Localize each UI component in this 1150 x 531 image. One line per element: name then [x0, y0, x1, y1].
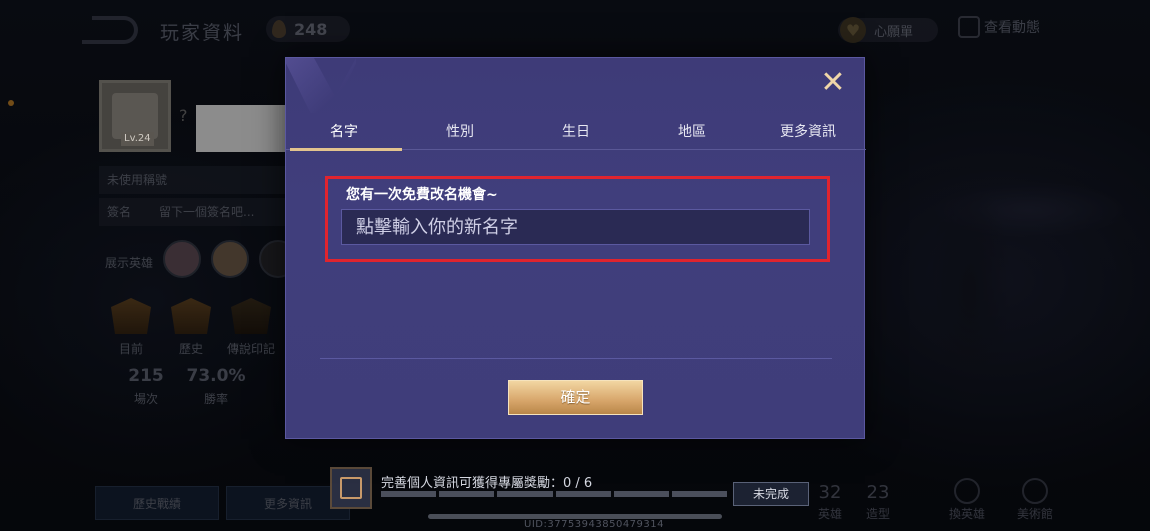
confirm-button[interactable]: 確定	[508, 380, 643, 415]
free-rename-hint: 您有一次免費改名機會~	[346, 187, 498, 203]
close-icon[interactable]: ✕	[818, 68, 848, 98]
divider	[320, 358, 832, 359]
progress-segment	[555, 491, 611, 497]
progress-segment	[613, 491, 669, 497]
tab-birthday[interactable]: 生日	[518, 118, 634, 149]
progress-segment	[439, 491, 495, 497]
tab-more-info[interactable]: 更多資訊	[750, 118, 866, 149]
new-name-input[interactable]	[341, 209, 810, 245]
tab-region[interactable]: 地區	[634, 118, 750, 149]
profile-tabs: 名字 性別 生日 地區 更多資訊	[286, 118, 866, 151]
progress-segment	[497, 491, 553, 497]
progress-segment	[671, 491, 728, 497]
tab-name[interactable]: 名字	[286, 118, 402, 151]
edit-profile-dialog: ✕ 名字 性別 生日 地區 更多資訊 您有一次免費改名機會~ 確定	[285, 57, 866, 439]
uid-text: UID:37753943850479314	[524, 519, 664, 530]
reward-frame-icon	[330, 467, 372, 509]
v-emblem-icon	[286, 58, 356, 113]
progress-segment	[381, 491, 437, 497]
reward-progress-text: 完善個人資訊可獲得專屬獎勵：0 / 6	[381, 476, 593, 491]
reward-progress-bar	[381, 491, 728, 497]
tab-gender[interactable]: 性別	[402, 118, 518, 149]
player-level: Lv.24	[121, 132, 154, 146]
incomplete-button[interactable]: 未完成	[733, 482, 809, 506]
